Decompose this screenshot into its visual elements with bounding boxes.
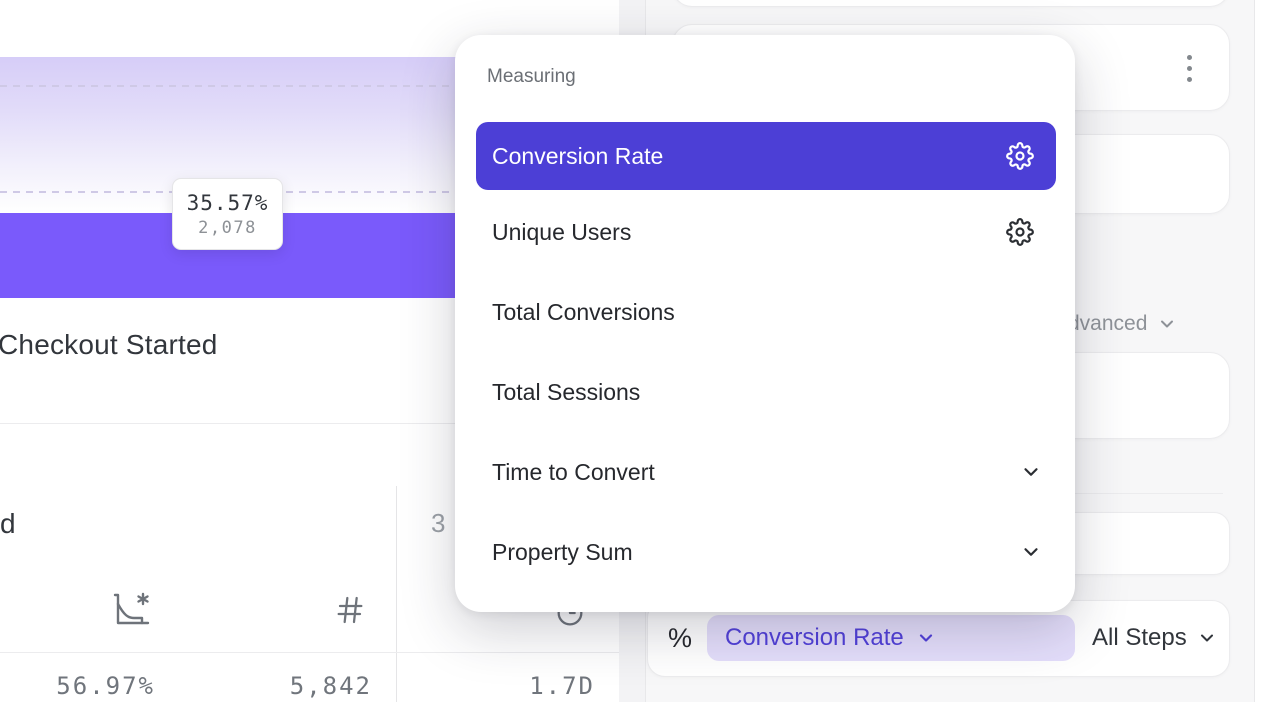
table-cell-count: 5,842 [232, 672, 372, 700]
percent-symbol: % [668, 623, 692, 654]
chevron-down-icon [1157, 314, 1177, 334]
table-row-divider [0, 652, 619, 653]
table-step-number: 3 [431, 508, 445, 539]
tooltip-count: 2,078 [198, 218, 257, 238]
funnel-step-label: Checkout Started [0, 329, 218, 361]
gear-icon[interactable] [1006, 142, 1034, 170]
chevron-down-icon [916, 628, 936, 648]
steps-selector-button[interactable]: All Steps [1092, 624, 1217, 652]
measuring-dropdown: Measuring Conversion Rate Unique Users T… [455, 35, 1075, 612]
metric-pill-button[interactable]: Conversion Rate [707, 615, 1075, 661]
funnel-report-screen: 35.57% 2,078 Checkout Started d 3 [0, 0, 1270, 702]
menu-item-label: Property Sum [492, 539, 633, 566]
menu-item-label: Conversion Rate [492, 143, 663, 170]
funnel-tooltip: 35.57% 2,078 [172, 178, 283, 250]
menu-item-label: Unique Users [492, 219, 631, 246]
menu-item-time-to-convert[interactable]: Time to Convert [476, 449, 1056, 495]
steps-selector-label: All Steps [1092, 624, 1187, 652]
chevron-down-icon [1197, 628, 1217, 648]
menu-item-conversion-rate[interactable]: Conversion Rate [476, 122, 1056, 190]
table-column-divider [396, 486, 397, 702]
chevron-down-icon [1020, 541, 1042, 563]
menu-item-label: Total Conversions [492, 299, 675, 326]
tooltip-rate: 35.57% [187, 191, 269, 215]
chevron-down-icon [1020, 461, 1042, 483]
conversion-rate-icon[interactable] [112, 591, 152, 629]
menu-item-total-conversions[interactable]: Total Conversions [476, 289, 1056, 335]
kebab-menu-icon[interactable] [1187, 55, 1192, 82]
menu-item-label: Total Sessions [492, 379, 640, 406]
table-cell-time: 1.7D [455, 672, 595, 700]
table-cell-conversion-rate: 56.97% [15, 672, 155, 700]
metric-pill-label: Conversion Rate [725, 624, 904, 652]
dropdown-section-label: Measuring [487, 66, 576, 88]
menu-item-label: Time to Convert [492, 459, 655, 486]
builder-card-top [672, 0, 1230, 7]
menu-item-unique-users[interactable]: Unique Users [476, 209, 1056, 255]
menu-item-total-sessions[interactable]: Total Sessions [476, 369, 1056, 415]
hash-icon[interactable] [334, 594, 366, 626]
table-step-label-fragment: d [0, 508, 16, 540]
gear-icon[interactable] [1006, 218, 1034, 246]
menu-item-property-sum[interactable]: Property Sum [476, 529, 1056, 575]
